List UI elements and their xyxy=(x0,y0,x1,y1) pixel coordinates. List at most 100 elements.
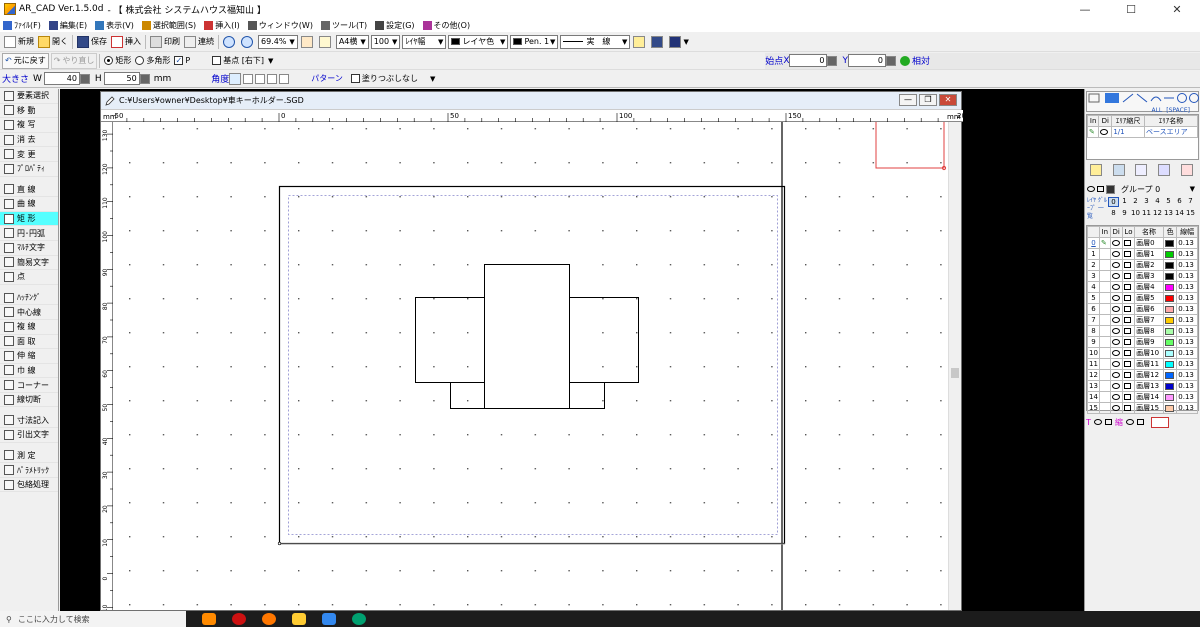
doc-restore-button[interactable]: ❐ xyxy=(919,94,937,106)
layer-group-number[interactable]: 0 xyxy=(1108,197,1119,207)
vertical-scrollbar[interactable] xyxy=(948,122,961,610)
tool-multi-text[interactable]: ﾏﾙﾁ文字 xyxy=(0,241,58,256)
lock-icon[interactable] xyxy=(1123,273,1131,279)
layer-row[interactable]: 10 画層10 0.13 xyxy=(1087,347,1198,359)
tool-circle[interactable]: 円･円弧 xyxy=(0,226,58,241)
starbucks-icon[interactable] xyxy=(352,613,366,625)
tool-stretch[interactable]: 伸 縮 xyxy=(0,349,58,364)
color-mode-select[interactable]: レイヤ色 ▼ xyxy=(448,34,509,49)
layer-group-number[interactable]: 6 xyxy=(1174,197,1185,207)
visible-eye-icon[interactable] xyxy=(1111,240,1120,246)
pen-select[interactable]: Pen. 1 ▼ xyxy=(510,34,559,49)
menu-item-other[interactable]: その他(O) xyxy=(422,20,470,31)
layer-row[interactable]: 5 画層5 0.13 xyxy=(1087,292,1198,304)
print-button[interactable]: 印刷 xyxy=(148,34,182,50)
tool-chamfer[interactable]: 面 取 xyxy=(0,335,58,350)
p-checkbox[interactable]: ✓ P xyxy=(172,53,192,69)
fit-view-button[interactable] xyxy=(317,34,335,50)
area-copy-icon[interactable] xyxy=(1112,164,1125,176)
layer-row[interactable]: 1 画層1 0.13 xyxy=(1087,248,1198,260)
layer-group-number[interactable]: 13 xyxy=(1163,209,1174,217)
doc-close-button[interactable]: ✕ xyxy=(939,94,957,106)
tool-leader-text[interactable]: 引出文字 xyxy=(0,428,58,443)
layer-color-swatch[interactable] xyxy=(1164,349,1174,357)
lock-icon[interactable] xyxy=(1123,372,1131,378)
lock-icon[interactable] xyxy=(1123,295,1131,301)
drawing-area[interactable] xyxy=(113,122,949,610)
base-point-checkbox[interactable]: 基点 [右下] xyxy=(210,53,266,69)
base-point-dropdown[interactable]: ▼ xyxy=(266,53,275,69)
line-width-mode-select[interactable]: ﾚｲﾔ幅 ▼ xyxy=(402,34,447,49)
taskbar-search[interactable]: ⚲ ここに入力して検索 xyxy=(0,611,186,627)
layer-row[interactable]: 0 ✎ 画層0 0.13 xyxy=(1087,237,1198,249)
minimize-button[interactable]: — xyxy=(1062,0,1108,18)
layer-group-number[interactable]: 12 xyxy=(1152,209,1163,217)
layer-group-number[interactable]: 14 xyxy=(1174,209,1185,217)
eye-icon[interactable] xyxy=(1093,419,1102,425)
angle-option-icon[interactable] xyxy=(267,73,278,84)
tool-line-cut[interactable]: 線切断 xyxy=(0,393,58,408)
group-selector[interactable]: グループ 0 ▼ xyxy=(1087,182,1199,196)
layer-group-number[interactable]: 15 xyxy=(1185,209,1196,217)
zoom-in-button[interactable] xyxy=(221,34,239,50)
layer-group-number[interactable]: 9 xyxy=(1119,209,1130,217)
menu-item-window[interactable]: ウィンドウ(W) xyxy=(247,20,313,31)
lock-icon[interactable] xyxy=(1123,394,1131,400)
angle-option-icon[interactable] xyxy=(243,73,254,84)
text-layer-icon[interactable]: T xyxy=(1086,418,1091,427)
tool-measure[interactable]: 測 定 xyxy=(0,449,58,464)
paper-size-select[interactable]: A4横 ▼ xyxy=(335,34,369,49)
line-type-select[interactable]: 実 線 ▼ xyxy=(560,34,631,49)
layer-group-number[interactable]: 3 xyxy=(1141,197,1152,207)
layer-group-number[interactable]: 7 xyxy=(1185,197,1196,207)
menu-item-edit[interactable]: 編集(E) xyxy=(48,20,87,31)
visible-eye-icon[interactable] xyxy=(1111,405,1120,411)
display-mode-button[interactable]: ▼ xyxy=(667,34,690,50)
calculator-icon[interactable] xyxy=(79,73,90,84)
visible-eye-icon[interactable] xyxy=(1111,295,1120,301)
tool-center-line[interactable]: 中心線 xyxy=(0,305,58,320)
drawing-canvas[interactable] xyxy=(113,122,949,610)
visible-eye-icon[interactable] xyxy=(1111,262,1120,268)
group-eye-icon[interactable] xyxy=(1087,186,1095,192)
layer-row[interactable]: 9 画層9 0.13 xyxy=(1087,336,1198,348)
area-delete-icon[interactable] xyxy=(1180,164,1193,176)
lock-icon[interactable] xyxy=(1123,284,1131,290)
layer-group-number[interactable]: 11 xyxy=(1141,209,1152,217)
continuous-print-button[interactable]: 連続 xyxy=(182,34,216,50)
lock-icon[interactable] xyxy=(1123,350,1131,356)
layer-row[interactable]: 3 画層3 0.13 xyxy=(1087,270,1198,282)
layer-color-swatch[interactable] xyxy=(1164,371,1174,379)
tool-point[interactable]: 点 xyxy=(0,270,58,285)
lock-icon[interactable] xyxy=(1123,361,1131,367)
area-row[interactable]: ✎ 1/1 ベースエリア xyxy=(1086,126,1199,138)
delete-layer-icon[interactable] xyxy=(1150,416,1169,428)
lock-icon[interactable] xyxy=(1104,419,1112,425)
lock-icon[interactable] xyxy=(1123,405,1131,411)
layer-color-swatch[interactable] xyxy=(1164,316,1174,324)
group-lock-icon[interactable] xyxy=(1097,186,1104,192)
calculator-button[interactable] xyxy=(631,34,649,50)
layer-group-number[interactable]: 10 xyxy=(1130,209,1141,217)
layer-group-number[interactable]: 8 xyxy=(1108,209,1119,217)
layer-color-swatch[interactable] xyxy=(1164,283,1174,291)
angle-icon[interactable] xyxy=(229,72,242,85)
layer-color-swatch[interactable] xyxy=(1164,239,1174,247)
redo-button[interactable]: ↷ やり直し xyxy=(50,52,98,69)
lock-icon[interactable] xyxy=(1123,240,1131,246)
layer-row[interactable]: 7 画層7 0.13 xyxy=(1087,314,1198,326)
visible-eye-icon[interactable] xyxy=(1111,383,1120,389)
lock-icon[interactable] xyxy=(1123,317,1131,323)
app-icon[interactable] xyxy=(322,613,336,625)
fill-none-checkbox[interactable]: 塗りつぶしなし xyxy=(349,71,420,87)
file-explorer-icon[interactable] xyxy=(292,613,306,625)
visible-eye-icon[interactable] xyxy=(1111,284,1120,290)
tool-width-line[interactable]: 巾 線 xyxy=(0,364,58,379)
relative-toggle-icon[interactable] xyxy=(899,55,910,66)
layer-group-number[interactable]: 4 xyxy=(1152,197,1163,207)
area-new-icon[interactable] xyxy=(1090,164,1103,176)
layer-row[interactable]: 4 画層4 0.13 xyxy=(1087,281,1198,293)
maximize-button[interactable]: ☐ xyxy=(1108,0,1154,18)
width-input[interactable]: 40 xyxy=(43,72,80,85)
layer-color-swatch[interactable] xyxy=(1164,250,1174,258)
